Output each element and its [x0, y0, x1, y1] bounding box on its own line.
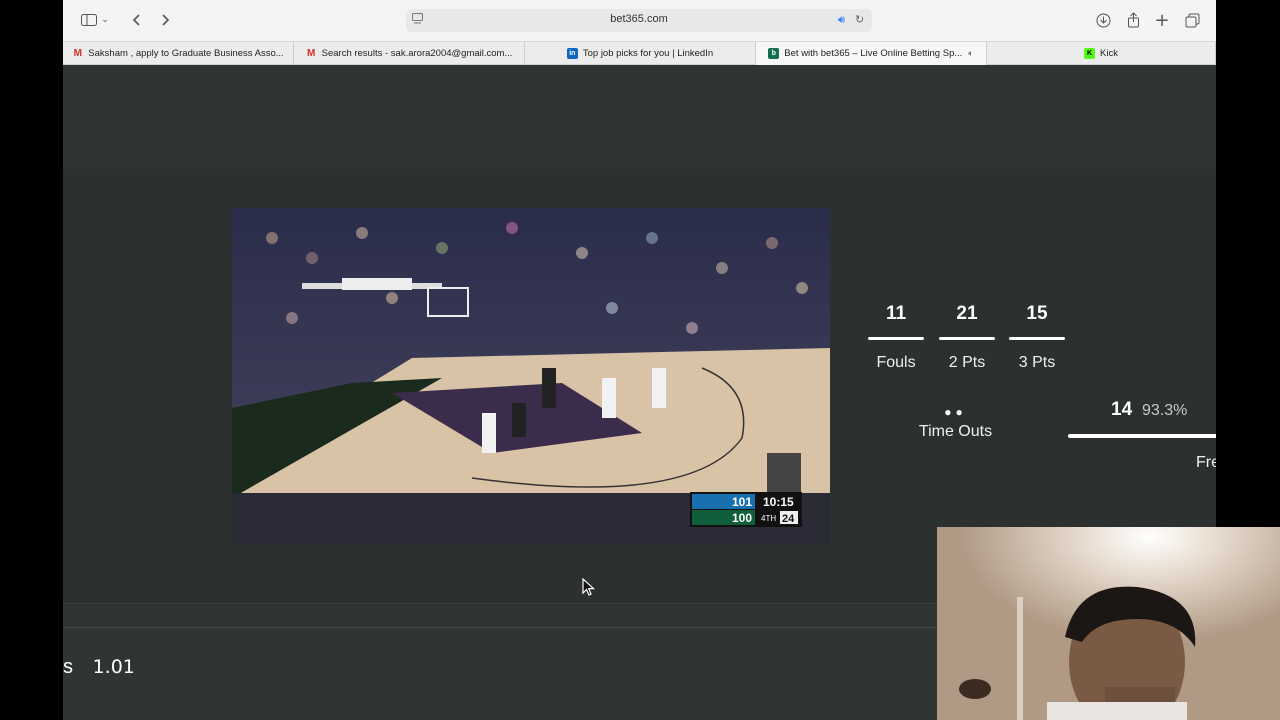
gmail-icon: M: [73, 48, 82, 59]
odds-value[interactable]: 1.01: [93, 656, 135, 678]
free-throws-bar: [1068, 434, 1216, 438]
two-pts-value: 21: [956, 303, 978, 324]
stat-fouls: 11 Fouls: [868, 303, 924, 372]
new-tab-icon[interactable]: +: [1152, 10, 1172, 31]
tab-label: Search results - sak.arora2004@gmail.com…: [321, 48, 513, 59]
tab-gmail-2[interactable]: M Search results - sak.arora2004@gmail.c…: [294, 42, 525, 65]
tab-label: Kick: [1100, 48, 1118, 59]
basketball-court-scene: 101 100 10:15 4TH 24: [232, 208, 830, 544]
tab-label: Top job picks for you | LinkedIn: [582, 48, 714, 59]
tab-audio-icon[interactable]: 🔈︎: [968, 49, 973, 59]
header-band: [63, 65, 1216, 170]
webcam-overlay: [937, 527, 1280, 720]
fouls-value: 11: [885, 303, 907, 324]
free-throws-percent: 93.3%: [1142, 402, 1188, 419]
sidebar-icon[interactable]: [79, 10, 99, 30]
scoreboard-period: 4TH: [761, 514, 776, 523]
url-text[interactable]: bet365.com: [406, 13, 872, 25]
three-pts-label: 3 Pts: [1018, 354, 1056, 371]
scoreboard-clock: 10:15: [763, 495, 794, 509]
tab-label: Saksham , apply to Graduate Business Ass…: [88, 48, 284, 59]
gmail-icon: M: [306, 48, 316, 59]
fouls-label: Fouls: [876, 354, 916, 371]
live-stream-video[interactable]: 101 100 10:15 4TH 24: [232, 208, 830, 544]
stat-timeouts: ●● Time Outs: [908, 405, 1003, 441]
tab-overview-icon[interactable]: [1182, 10, 1202, 30]
mouse-cursor-icon: [582, 578, 596, 596]
stat-three-pts: 15 3 Pts: [1009, 303, 1065, 372]
three-pts-value: 15: [1026, 303, 1048, 324]
fouls-bar: [868, 337, 924, 340]
stat-two-pts: 21 2 Pts: [939, 303, 995, 372]
free-throws-label: Fre: [1196, 454, 1216, 471]
tab-linkedin[interactable]: in Top job picks for you | LinkedIn: [525, 42, 756, 65]
chevron-down-icon[interactable]: ⌄: [99, 10, 111, 30]
two-pts-label: 2 Pts: [948, 354, 986, 371]
broadcast-scoreboard: 101 100 10:15 4TH 24: [690, 492, 802, 527]
tab-label: Bet with bet365 – Live Online Betting Sp…: [784, 48, 963, 59]
address-bar[interactable]: bet365.com 🔊︎ ↻: [406, 9, 872, 32]
two-pts-bar: [939, 337, 995, 340]
linkedin-icon: in: [566, 48, 578, 59]
share-icon[interactable]: [1123, 10, 1143, 30]
tab-kick[interactable]: K Kick: [987, 42, 1216, 65]
reload-icon[interactable]: ↻: [855, 13, 864, 26]
kick-icon: K: [1084, 48, 1096, 59]
scoreboard-shot-clock: 24: [782, 513, 795, 525]
download-icon[interactable]: [1093, 10, 1113, 30]
audio-playing-icon[interactable]: 🔊︎: [838, 13, 845, 27]
tab-bar: M Saksham , apply to Graduate Business A…: [63, 41, 1216, 65]
bet365-icon: b: [768, 48, 780, 59]
odds-row[interactable]: s 1.01: [63, 656, 135, 679]
webcam-person-image: [937, 527, 1280, 720]
timeouts-label: Time Outs: [918, 423, 993, 440]
scoreboard-home-score: 101: [732, 495, 752, 509]
forward-icon[interactable]: [155, 10, 175, 30]
tab-gmail-1[interactable]: M Saksham , apply to Graduate Business A…: [63, 42, 294, 65]
tab-bet365[interactable]: b Bet with bet365 – Live Online Betting …: [756, 42, 987, 65]
three-pts-bar: [1009, 337, 1065, 340]
back-icon[interactable]: [127, 10, 147, 30]
scoreboard-away-score: 100: [732, 511, 752, 525]
timeouts-dots: ●●: [944, 405, 967, 419]
odds-label-fragment: s: [63, 656, 73, 678]
browser-toolbar: ⌄ bet365.com 🔊︎ ↻ +: [63, 0, 1216, 41]
stat-free-throws: 14 93.3%: [1068, 399, 1216, 449]
free-throws-value: 14: [1111, 399, 1133, 420]
